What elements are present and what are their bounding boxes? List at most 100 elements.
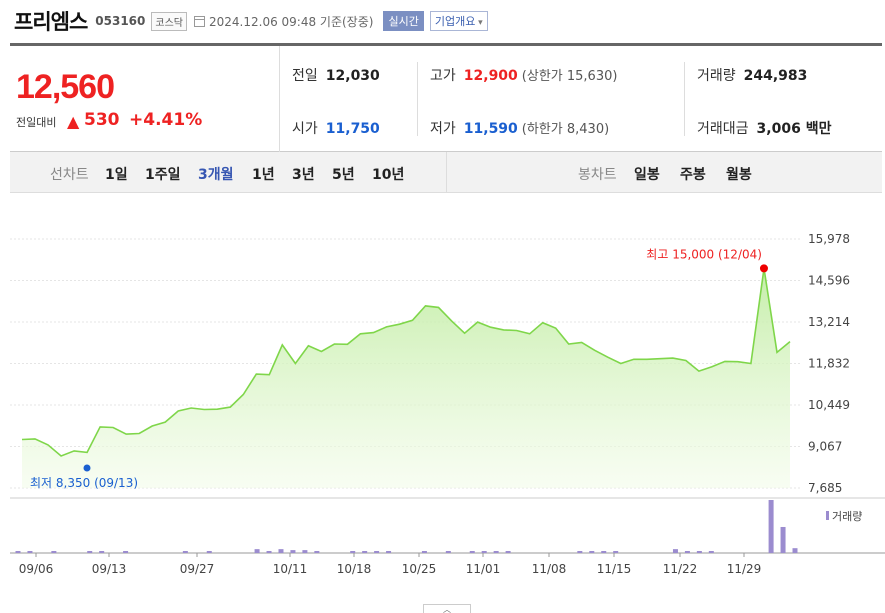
- market-badge: 코스닥: [151, 11, 187, 31]
- volume-bar: [87, 551, 93, 553]
- x-tick-label: 11/22: [663, 562, 698, 576]
- x-tick-label: 09/27: [180, 562, 215, 576]
- period-3y[interactable]: 3년: [292, 164, 315, 184]
- volume-bar: [469, 551, 475, 553]
- quote-summary: 12,560 전일대비 ▲ 530 +4.41% 전일 12,030 고가 12,9…: [10, 46, 882, 152]
- high-annotation: 최고 15,000 (12/04): [646, 247, 762, 261]
- candle-chart-label: 봉차트: [578, 167, 617, 183]
- volume-bar: [601, 551, 607, 553]
- volume-bar: [696, 551, 702, 553]
- volume-stat: 거래량 244,983: [697, 65, 807, 85]
- volume-bar: [708, 551, 714, 553]
- current-price: 12,560: [16, 68, 115, 106]
- y-tick-label: 14,596: [808, 274, 850, 288]
- volume-bar: [768, 500, 774, 553]
- period-1y[interactable]: 1년: [252, 164, 275, 184]
- prev-close-label: 전일: [292, 68, 318, 84]
- divider: [684, 62, 685, 136]
- period-1d[interactable]: 1일: [105, 164, 128, 184]
- volume-bar: [386, 551, 392, 553]
- y-tick-label: 9,067: [808, 440, 842, 454]
- volume-bar: [792, 548, 798, 553]
- x-tick-label: 10/18: [337, 562, 372, 576]
- volume-bar: [613, 551, 619, 553]
- x-tick-label: 11/29: [727, 562, 762, 576]
- volume-bar: [780, 526, 786, 553]
- low-stat: 저가 11,590 (하한가 8,430): [430, 118, 609, 138]
- price-area: [22, 268, 790, 488]
- stock-code: 053160: [95, 14, 146, 28]
- volume-bar: [684, 551, 690, 553]
- open-stat: 시가 11,750: [292, 118, 380, 138]
- volume-bar: [505, 551, 511, 553]
- divider: [417, 62, 418, 136]
- prev-close-value: 12,030: [325, 68, 380, 84]
- period-10y[interactable]: 10년: [372, 164, 404, 184]
- x-tick-label: 10/11: [273, 562, 308, 576]
- stock-header: 프리엠스 053160 코스닥 2024.12.06 09:48 기준(장중) …: [14, 6, 884, 36]
- volume-bar: [302, 550, 308, 553]
- volume-bar: [481, 551, 487, 553]
- volume-bar: [350, 551, 356, 553]
- volume-bar: [577, 551, 583, 553]
- up-triangle-icon: ▲: [67, 112, 80, 131]
- volume-bar: [589, 551, 595, 553]
- y-tick-label: 10,449: [808, 398, 850, 412]
- y-tick-label: 11,832: [808, 357, 850, 371]
- lower-limit: (하한가 8,430): [521, 122, 610, 137]
- period-5y[interactable]: 5년: [332, 164, 355, 184]
- volume-bar: [182, 551, 188, 553]
- high-marker: [759, 264, 768, 273]
- low-label: 저가: [430, 121, 456, 137]
- collapse-handle[interactable]: ︿: [423, 604, 471, 613]
- price-chart[interactable]: 15,978 14,596 13,214 11,832 10,449 9,067 7,685…: [0, 193, 885, 613]
- period-1w[interactable]: 1주일: [145, 164, 181, 184]
- volume-bar: [27, 551, 33, 553]
- volume-bar: [314, 551, 320, 553]
- volume-bar: [672, 549, 678, 553]
- price-box: 12,560 전일대비 ▲ 530 +4.41%: [10, 46, 280, 152]
- volume-label: 거래량: [697, 68, 736, 84]
- x-tick-label: 09/06: [19, 562, 54, 576]
- low-value: 11,590: [463, 121, 518, 137]
- candle-daily[interactable]: 일봉: [634, 164, 660, 184]
- high-stat: 고가 12,900 (상한가 15,630): [430, 65, 617, 85]
- amount-stat: 거래대금 3,006 백만: [697, 118, 831, 138]
- candle-weekly[interactable]: 주봉: [680, 164, 706, 184]
- upper-limit: (상한가 15,630): [521, 69, 618, 84]
- period-selector: 선차트 1일 1주일 3개월 1년 3년 5년 10년 봉차트 일봉 주봉 월봉: [10, 152, 882, 193]
- amount-value: 3,006 백만: [756, 121, 832, 137]
- volume-bar: [266, 551, 272, 553]
- volume-bar: [206, 551, 212, 553]
- x-tick-label: 10/25: [402, 562, 437, 576]
- volume-bar: [278, 549, 284, 553]
- volume-bar: [254, 549, 260, 553]
- x-tick-label: 11/08: [532, 562, 567, 576]
- open-label: 시가: [292, 121, 318, 137]
- volume-legend-swatch: [826, 511, 829, 520]
- calendar-icon: [194, 15, 205, 27]
- period-3m[interactable]: 3개월: [198, 164, 234, 184]
- volume-bar: [362, 551, 368, 553]
- company-name[interactable]: 프리엠스: [14, 6, 88, 36]
- volume-bar: [421, 551, 427, 553]
- line-chart-label: 선차트: [50, 167, 89, 183]
- volume-bar: [445, 551, 451, 553]
- x-tick-label: 11/15: [597, 562, 632, 576]
- realtime-button[interactable]: 실시간: [383, 11, 424, 31]
- volume-bar: [493, 551, 499, 553]
- candle-monthly[interactable]: 월봉: [726, 164, 752, 184]
- open-value: 11,750: [325, 121, 380, 137]
- y-tick-label: 7,685: [808, 481, 842, 495]
- volume-bar: [123, 551, 129, 553]
- company-overview-dropdown[interactable]: 기업개요: [429, 11, 488, 31]
- volume-bar: [51, 551, 57, 553]
- volume-value: 244,983: [743, 68, 808, 84]
- x-tick-label: 09/13: [92, 562, 127, 576]
- y-tick-label: 13,214: [808, 315, 850, 329]
- volume-legend-label: 거래량: [832, 510, 862, 523]
- high-value: 12,900: [463, 68, 518, 84]
- low-marker: [83, 464, 91, 472]
- volume-bar: [374, 551, 380, 553]
- divider: [446, 152, 447, 193]
